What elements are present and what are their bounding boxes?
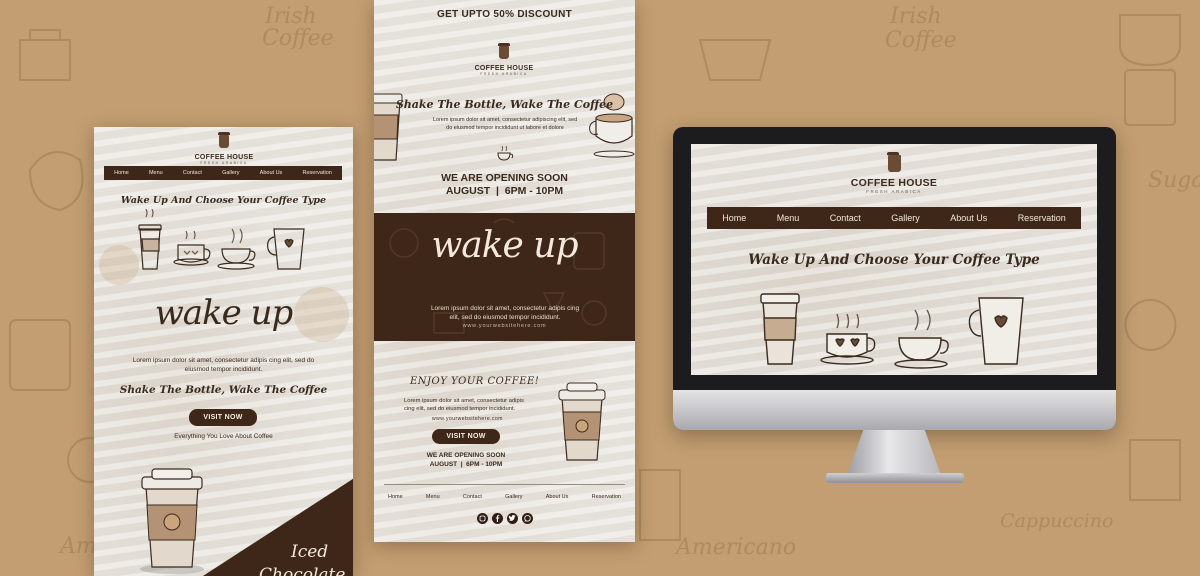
coffee-cup-logo-icon	[218, 132, 230, 148]
latte-cup-icon	[820, 313, 876, 365]
opening-soon-title: WE ARE OPENING SOON	[441, 172, 568, 184]
brand-name-left: COFFEE	[474, 65, 505, 72]
bg-word-coffee-2: Coffee	[885, 28, 957, 53]
intro-paragraph: Lorem ipsum dolor sit amet, consectetur …	[132, 357, 315, 373]
footer-nav-home[interactable]: Home	[388, 494, 403, 500]
footer-nav-reservation[interactable]: Reservation	[592, 494, 621, 500]
footer-nav-gallery[interactable]: Gallery	[505, 494, 522, 500]
instagram-icon[interactable]	[477, 513, 488, 524]
desktop-screen: COFFEE HOUSE FRESH ARABICA Home Menu Con…	[691, 144, 1097, 375]
nav-home[interactable]: Home	[114, 170, 129, 176]
monitor-chin	[673, 390, 1116, 430]
takeaway-cup-icon	[138, 209, 162, 270]
coffee-cup-logo-icon	[886, 152, 901, 172]
coffee-cup-logo-icon	[498, 43, 510, 59]
chocolate-script: Chocolate	[259, 565, 346, 576]
opening-date: AUGUST | 6PM - 10PM	[445, 185, 564, 197]
bg-word-sugar: Sugar	[1148, 168, 1200, 193]
brand-tagline: FRESH ARABICA	[866, 189, 922, 194]
visit-now-button[interactable]: VISIT NOW	[189, 409, 257, 426]
footer-nav: Home Menu Contact Gallery About Us Reser…	[388, 494, 621, 500]
nav-gallery[interactable]: Gallery	[891, 213, 920, 223]
brand-name-left: COFFEE	[194, 154, 225, 161]
nav-bar: Home Menu Contact Gallery About Us Reser…	[707, 207, 1081, 229]
bg-word-coffee: Coffee	[262, 26, 334, 51]
coffee-type-headline: Wake Up And Choose Your Coffee Type	[748, 252, 1040, 268]
brand-name-right: HOUSE	[898, 177, 938, 189]
discount-banner: GET UPTO 50% DISCOUNT	[436, 9, 573, 20]
nav-bar: Home Menu Contact Gallery About Us Reser…	[104, 166, 342, 180]
whatsapp-icon[interactable]	[522, 513, 533, 524]
brand-name-left: COFFEE	[850, 177, 896, 189]
small-opening-title: WE ARE OPENING SOON	[426, 452, 506, 459]
takeaway-coffee-illustration	[558, 382, 606, 461]
wake-up-script: wake up	[154, 293, 294, 333]
bg-word-irish-2: Irish	[890, 4, 942, 29]
monitor-stand	[846, 430, 942, 478]
brand-tagline: FRESH ARABICA	[200, 161, 248, 165]
hero-url[interactable]: www.yourwebsitehere.com	[374, 323, 635, 329]
bg-word-am: Am	[60, 534, 97, 559]
monitor-stand-base	[826, 473, 964, 483]
headline-script: Shake The Bottle, Wake The Coffee	[395, 98, 614, 111]
latte-cup-icon	[173, 230, 211, 266]
nav-contact[interactable]: Contact	[183, 170, 202, 176]
espresso-cup-icon	[217, 228, 256, 270]
bg-word-irish: Irish	[265, 4, 317, 29]
glass-mug-icon	[968, 297, 1024, 365]
brand-tagline: FRESH ARABICA	[480, 72, 528, 76]
hero-paragraph: Lorem ipsum dolor sit amet, consectetur …	[430, 305, 580, 321]
footer-nav-contact[interactable]: Contact	[463, 494, 482, 500]
center-email-template: GET UPTO 50% DISCOUNT COFFEE HOUSE FRESH…	[374, 0, 635, 542]
enjoy-title: ENJOY YOUR COFFEE!	[410, 376, 540, 387]
visit-now-button[interactable]: VISIT NOW	[432, 429, 500, 444]
brand-name-right: HOUSE	[227, 154, 254, 161]
brand-logo: COFFEE HOUSE FRESH ARABICA	[464, 43, 544, 76]
footer-divider	[384, 484, 625, 485]
iced-script: Iced	[291, 542, 329, 562]
wake-up-script: wake up	[431, 225, 578, 266]
takeaway-cup-icon	[760, 293, 800, 365]
brand-name-right: HOUSE	[507, 65, 534, 72]
small-coffee-cup-icon	[497, 145, 514, 161]
brand-logo: COFFEE HOUSE FRESH ARABICA	[839, 152, 949, 194]
nav-home[interactable]: Home	[722, 213, 746, 223]
coffee-types-row	[760, 293, 1024, 369]
intro-paragraph: Lorem ipsum dolor sit amet, consectetur …	[432, 117, 578, 131]
footer-nav-about-us[interactable]: About Us	[546, 494, 569, 500]
nav-reservation[interactable]: Reservation	[1018, 213, 1066, 223]
enjoy-paragraph: Lorem ipsum dolor sit amet, consectetur …	[404, 398, 524, 412]
nav-contact[interactable]: Contact	[830, 213, 861, 223]
nav-about-us[interactable]: About Us	[260, 170, 283, 176]
bg-word-cappuccino: Cappuccino	[1000, 510, 1114, 532]
enjoy-url[interactable]: www.yourwebsitehere.com	[432, 416, 503, 422]
nav-reservation[interactable]: Reservation	[302, 170, 331, 176]
nav-gallery[interactable]: Gallery	[222, 170, 239, 176]
nav-menu[interactable]: Menu	[149, 170, 163, 176]
espresso-cup-icon	[894, 309, 949, 369]
coffee-stain	[99, 245, 139, 285]
facebook-icon[interactable]	[492, 513, 503, 524]
footer-nav-menu[interactable]: Menu	[426, 494, 440, 500]
small-opening-date: AUGUST | 6PM - 10PM	[429, 461, 503, 468]
nav-about-us[interactable]: About Us	[950, 213, 987, 223]
left-email-template: COFFEE HOUSE FRESH ARABICA Home Menu Con…	[94, 127, 353, 576]
twitter-icon[interactable]	[507, 513, 518, 524]
nav-menu[interactable]: Menu	[777, 213, 800, 223]
coffee-types-row	[138, 209, 305, 270]
brand-logo: COFFEE HOUSE FRESH ARABICA	[184, 132, 264, 165]
bg-word-americano: Americano	[676, 535, 797, 560]
dark-corner-banner	[189, 475, 353, 576]
social-icons	[477, 513, 533, 524]
tagline-script: Shake The Bottle, Wake The Coffee	[119, 384, 328, 396]
coffee-type-headline: Wake Up And Choose Your Coffee Type	[120, 195, 327, 206]
glass-mug-icon	[267, 228, 305, 270]
takeaway-coffee-illustration	[140, 468, 204, 574]
subtext: Everything You Love About Coffee	[174, 433, 273, 440]
wake-up-hero-band: wake up Lorem ipsum dolor sit amet, cons…	[374, 213, 635, 341]
